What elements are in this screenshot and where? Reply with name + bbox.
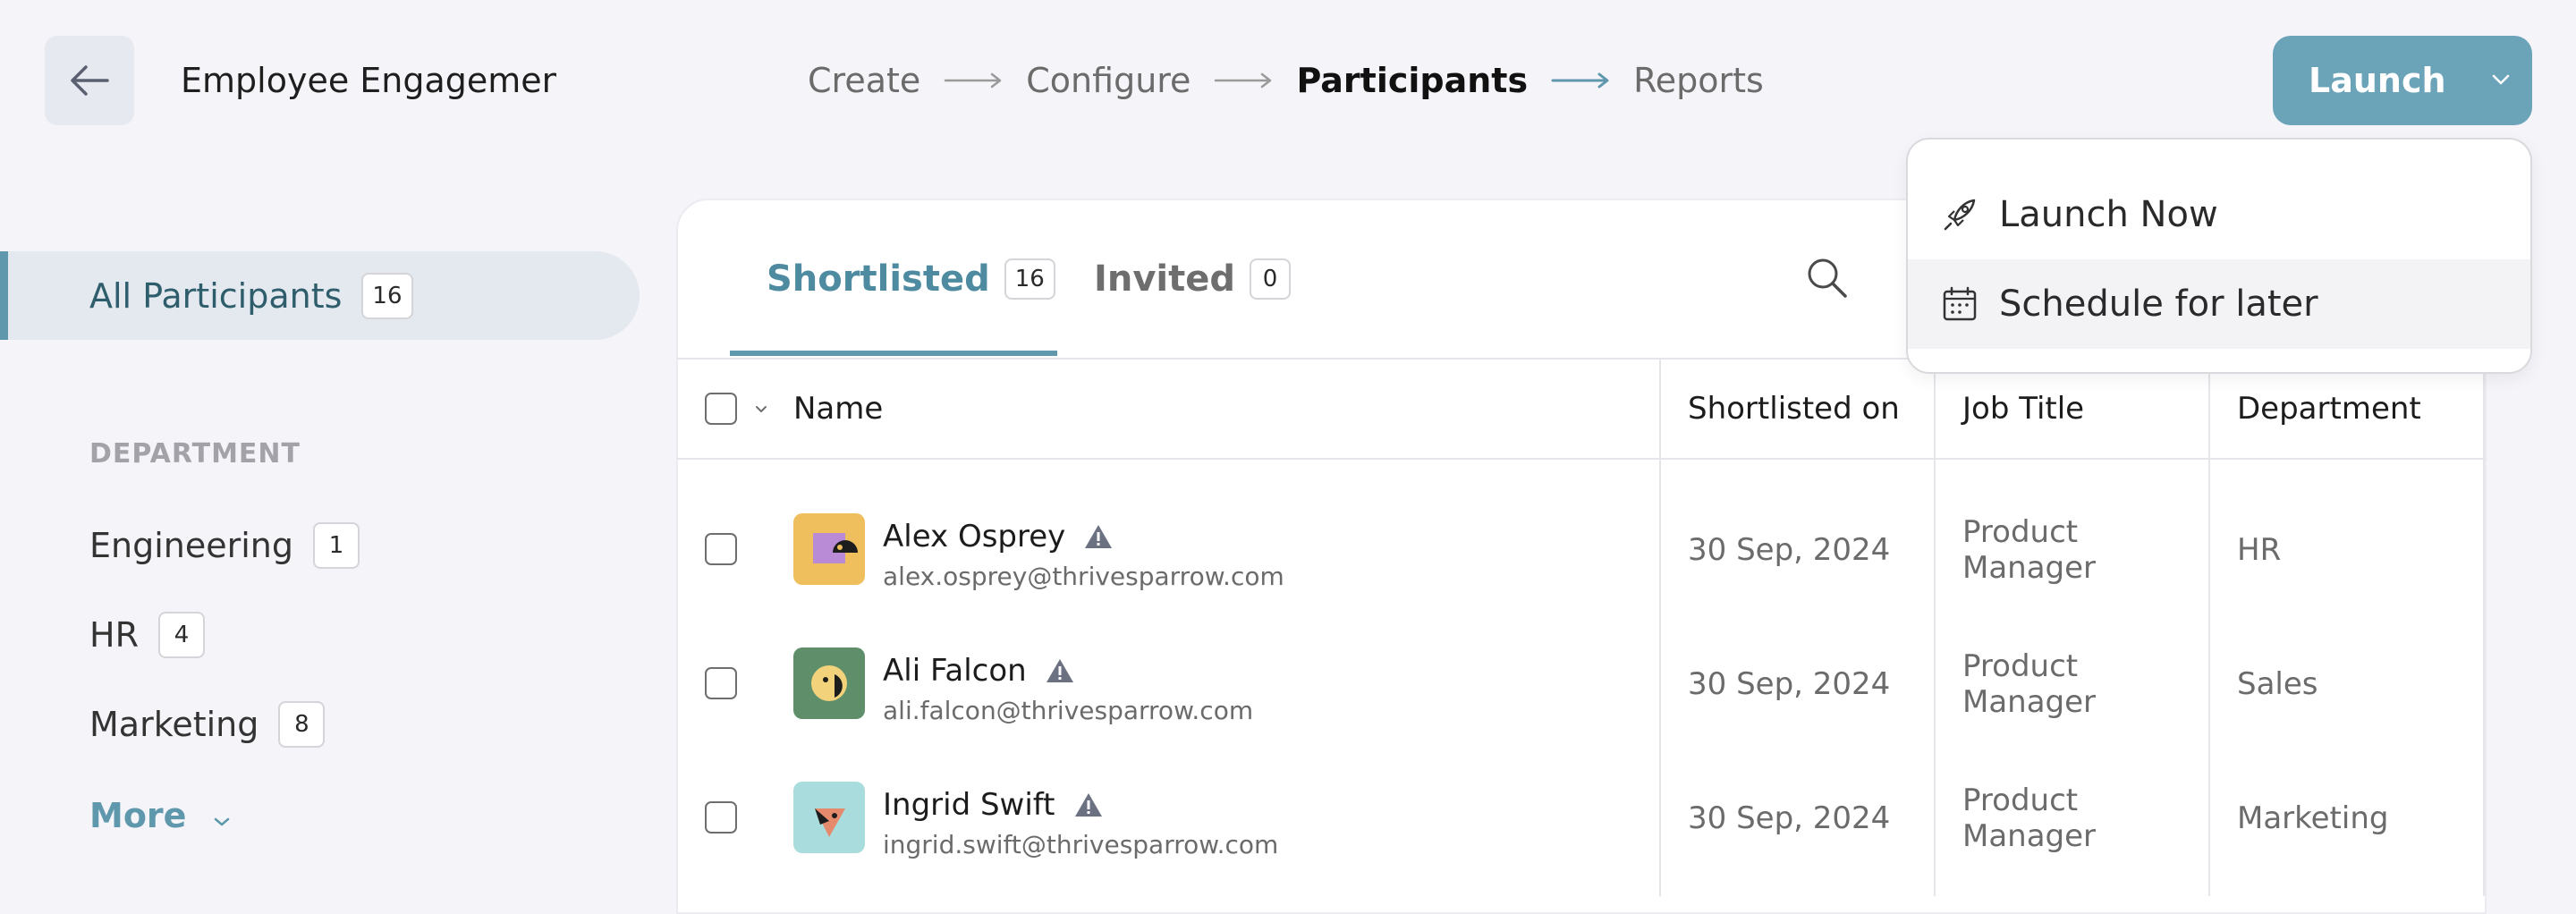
column-header-job-title[interactable]: Job Title (1962, 382, 2084, 436)
tab-shortlisted[interactable]: Shortlisted 16 (767, 252, 1055, 306)
shortlisted-date: 30 Sep, 2024 (1688, 532, 1891, 568)
step-participants[interactable]: Participants (1296, 54, 1528, 107)
active-tab-indicator (730, 351, 1057, 356)
count-badge: 1 (313, 522, 360, 569)
sidebar-item-label: Engineering (89, 526, 293, 565)
tab-label: Invited (1094, 258, 1236, 300)
count-badge: 16 (361, 272, 413, 319)
table-header-bottom-border (676, 458, 2487, 460)
survey-title: Employee Engagement (181, 61, 556, 100)
warning-icon (1046, 659, 1073, 682)
tab-invited[interactable]: Invited 0 (1094, 252, 1292, 306)
step-configure[interactable]: Configure (1026, 54, 1191, 107)
step-arrow-icon (1214, 72, 1273, 89)
launch-button-label: Launch (2309, 61, 2446, 100)
tab-label: Shortlisted (767, 258, 990, 300)
job-title-line-1: Product (1962, 648, 2079, 684)
calendar-icon (1940, 284, 1979, 324)
avatar (793, 782, 865, 853)
row-checkbox[interactable] (705, 667, 737, 699)
back-button[interactable] (45, 36, 134, 125)
warning-icon (1074, 793, 1102, 817)
step-arrow-icon (1551, 72, 1610, 89)
launch-dropdown-menu: Launch Now Schedule for later (1906, 138, 2532, 374)
menu-item-schedule-for-later[interactable]: Schedule for later (1908, 259, 2530, 349)
sidebar-item-engineering[interactable]: Engineering 1 (89, 519, 360, 572)
department: Marketing (2237, 800, 2389, 836)
participant-name: Ali Falcon (883, 653, 1075, 689)
avatar (793, 513, 865, 585)
rocket-icon (1940, 195, 1979, 234)
job-title-line-2: Manager (1962, 550, 2097, 586)
launch-button[interactable]: Launch (2273, 36, 2532, 125)
select-all-checkbox[interactable] (705, 393, 737, 425)
count-badge: 8 (278, 701, 326, 748)
job-title-line-2: Manager (1962, 818, 2097, 854)
search-icon[interactable] (1803, 254, 1852, 302)
avatar (793, 647, 865, 719)
arrow-left-icon (71, 65, 109, 96)
chevron-down-icon (2491, 72, 2511, 89)
sidebar-item-label: Marketing (89, 705, 259, 744)
more-label: More (89, 796, 187, 835)
table-row[interactable]: Alex Osprey alex.osprey@thrivesparrow.co… (676, 492, 2487, 608)
participant-email: ali.falcon@thrivesparrow.com (883, 696, 1254, 725)
count-badge: 4 (157, 612, 205, 658)
table-row[interactable]: Ingrid Swift ingrid.swift@thrivesparrow.… (676, 760, 2487, 876)
menu-item-launch-now[interactable]: Launch Now (1908, 170, 2530, 259)
participant-email: alex.osprey@thrivesparrow.com (883, 562, 1284, 591)
step-arrow-icon (944, 72, 1003, 89)
menu-item-label: Schedule for later (1999, 284, 2318, 325)
active-indicator (0, 251, 8, 340)
table-row[interactable]: Ali Falcon ali.falcon@thrivesparrow.com … (676, 626, 2487, 742)
shortlisted-date: 30 Sep, 2024 (1688, 800, 1891, 836)
sidebar-item-label: All Participants (89, 275, 343, 316)
shortlisted-date: 30 Sep, 2024 (1688, 666, 1891, 702)
menu-item-label: Launch Now (1999, 194, 2218, 235)
participant-email: ingrid.swift@thrivesparrow.com (883, 830, 1279, 859)
chevron-down-icon (213, 796, 231, 835)
row-checkbox[interactable] (705, 801, 737, 834)
department: HR (2237, 532, 2282, 568)
step-create[interactable]: Create (808, 54, 920, 107)
department: Sales (2237, 666, 2318, 702)
step-reports[interactable]: Reports (1633, 54, 1764, 107)
job-title-line-1: Product (1962, 783, 2079, 818)
count-badge: 16 (1004, 258, 1055, 300)
count-badge: 0 (1250, 258, 1292, 300)
row-checkbox[interactable] (705, 533, 737, 565)
sidebar-item-hr[interactable]: HR 4 (89, 608, 205, 662)
participant-name: Alex Osprey (883, 519, 1114, 554)
warning-icon (1085, 525, 1113, 548)
job-title-line-2: Manager (1962, 684, 2097, 720)
job-title-line-1: Product (1962, 514, 2079, 550)
column-header-name[interactable]: Name (793, 382, 883, 436)
more-departments-button[interactable]: More (89, 789, 231, 842)
participant-name: Ingrid Swift (883, 787, 1104, 823)
sidebar-item-marketing[interactable]: Marketing 8 (89, 698, 326, 751)
column-header-shortlisted-on[interactable]: Shortlisted on (1688, 382, 1900, 436)
chevron-down-icon[interactable] (754, 402, 768, 419)
sidebar-item-label: HR (89, 615, 139, 655)
sidebar-item-all-participants[interactable]: All Participants 16 (0, 251, 640, 340)
column-header-department[interactable]: Department (2237, 382, 2421, 436)
step-navigation: Create Configure Participants Reports (808, 54, 1764, 107)
department-heading: DEPARTMENT (89, 438, 301, 470)
